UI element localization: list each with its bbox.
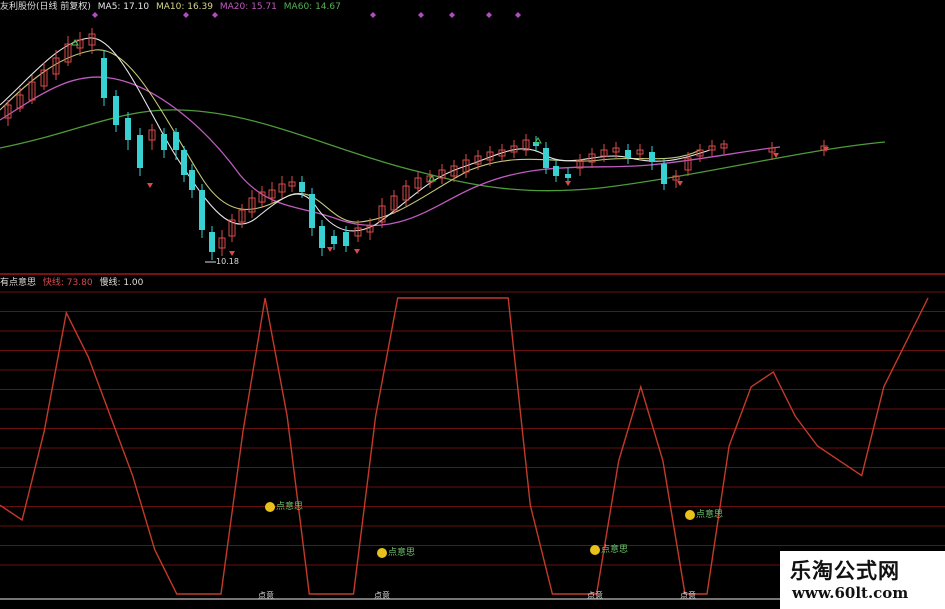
stock-title: 友利股份(日线 前复权) xyxy=(0,2,91,12)
bottom-marker-label: 点意 xyxy=(587,591,603,600)
purple-marker-icon xyxy=(449,12,455,18)
candle-body xyxy=(113,96,119,125)
signal-label: 点意思 xyxy=(601,545,629,555)
price-header: 友利股份(日线 前复权) MA5: 17.10 MA10: 16.39 MA20… xyxy=(0,0,345,14)
down-arrow-icon xyxy=(773,153,779,158)
down-arrow-icon xyxy=(229,251,235,256)
price-chart-panel[interactable]: 友利股份(日线 前复权) MA5: 17.10 MA10: 16.39 MA20… xyxy=(0,0,945,275)
candle-body xyxy=(625,150,631,158)
watermark-title: 乐淘公式网 xyxy=(790,558,900,583)
candle-body xyxy=(199,190,205,230)
bottom-marker-label: 点意 xyxy=(680,591,696,600)
candle-body xyxy=(181,150,187,175)
ma5-value: MA5: 17.10 xyxy=(97,2,150,12)
candle-body xyxy=(189,170,195,190)
candle-body xyxy=(137,135,143,168)
candlestick-chart[interactable] xyxy=(0,0,945,275)
down-arrow-icon xyxy=(147,183,153,188)
down-arrow-icon xyxy=(327,247,333,252)
candle-body xyxy=(343,232,349,246)
signal-label: 点意思 xyxy=(276,502,304,512)
signal-label: 点意思 xyxy=(696,510,724,520)
candle-body xyxy=(161,134,167,150)
ma60-value: MA60: 14.67 xyxy=(283,2,341,12)
candle-body xyxy=(101,58,107,98)
candle-body xyxy=(543,148,549,168)
signal-annotation: 点意思 xyxy=(265,499,303,512)
candle-body xyxy=(331,236,337,244)
signal-label: 点意思 xyxy=(388,548,416,558)
candle-body xyxy=(661,164,667,184)
candle-body xyxy=(125,118,131,140)
smiley-icon xyxy=(377,547,387,558)
panel-divider[interactable] xyxy=(0,273,945,275)
signal-annotation: 点意思 xyxy=(377,545,415,558)
watermark-url: www.60lt.com xyxy=(792,584,909,602)
slow-line-value: 慢线: 1.00 xyxy=(99,278,144,288)
down-arrow-icon xyxy=(677,181,683,186)
fast-line-series xyxy=(0,297,929,595)
ma10-value: MA10: 16.39 xyxy=(155,2,213,12)
signal-annotation: 点意思 xyxy=(590,542,628,555)
candle-body xyxy=(565,174,571,178)
watermark: 乐淘公式网 www.60lt.com xyxy=(780,551,945,609)
signal-annotation: 点意思 xyxy=(685,507,723,520)
smiley-icon xyxy=(265,501,275,512)
purple-marker-icon xyxy=(515,12,521,18)
bottom-marker-label: 点意 xyxy=(374,591,390,600)
candle-body xyxy=(209,232,215,252)
candle-body xyxy=(649,152,655,162)
ma20-value: MA20: 15.71 xyxy=(219,2,277,12)
purple-marker-icon xyxy=(370,12,376,18)
smiley-icon xyxy=(685,509,695,520)
down-arrow-icon xyxy=(565,181,571,186)
purple-marker-icon xyxy=(418,12,424,18)
bottom-marker-label: 点意 xyxy=(258,591,274,600)
down-arrow-icon xyxy=(354,249,360,254)
candle-body xyxy=(553,166,559,176)
low-price-label: 10.18 xyxy=(216,257,239,266)
fast-line-value: 快线: 73.80 xyxy=(42,278,93,288)
candle-body xyxy=(309,194,315,228)
candle-body xyxy=(319,226,325,248)
indicator-header: 有点意思 快线: 73.80 慢线: 1.00 xyxy=(0,276,147,290)
purple-marker-icon xyxy=(486,12,492,18)
candle-body xyxy=(299,182,305,192)
indicator-title: 有点意思 xyxy=(0,278,37,288)
candle-body xyxy=(173,132,179,150)
smiley-icon xyxy=(590,544,600,555)
